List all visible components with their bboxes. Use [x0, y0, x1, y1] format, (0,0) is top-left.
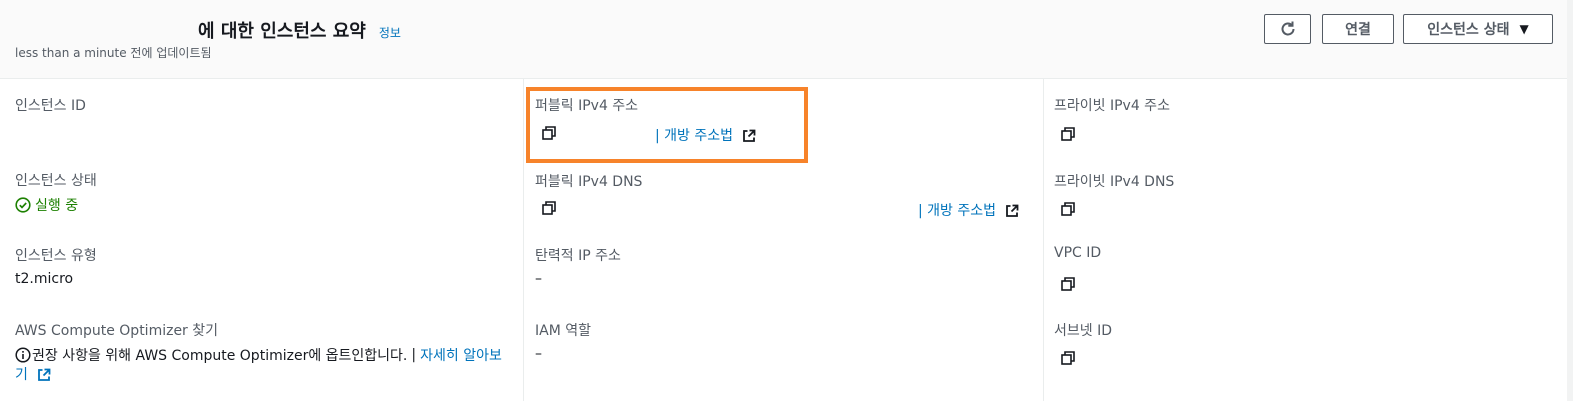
external-link-icon — [1006, 204, 1019, 217]
public-dns-label: 퍼블릭 IPv4 DNS — [535, 174, 643, 190]
instance-state-value: 실행 중 — [15, 195, 78, 215]
summary-header: 에 대한 인스턴스 요약 정보 less than a minute 전에 업데… — [0, 0, 1567, 79]
check-circle-icon — [15, 197, 31, 213]
info-icon — [15, 347, 31, 363]
info-link[interactable]: 정보 — [379, 24, 401, 41]
instance-type-label: 인스턴스 유형 — [15, 248, 97, 264]
copy-icon[interactable] — [1061, 351, 1075, 365]
private-dns-label: 프라이빗 IPv4 DNS — [1054, 174, 1175, 190]
vpc-id-label: VPC ID — [1054, 245, 1102, 261]
connect-button[interactable]: 연결 — [1322, 14, 1394, 44]
scrollbar-gutter — [1567, 0, 1573, 401]
optimizer-label: AWS Compute Optimizer 찾기 — [15, 323, 219, 339]
refresh-button[interactable] — [1264, 14, 1311, 44]
optimizer-separator: | — [411, 347, 417, 363]
instance-state-text: 실행 중 — [35, 198, 79, 214]
learn-more-link[interactable]: 자세히 알아보 — [420, 345, 502, 365]
instance-name-redacted — [15, 17, 198, 37]
last-updated-text: less than a minute 전에 업데이트됨 — [15, 46, 212, 60]
instance-state-label: 인스턴스 상태 — [15, 173, 97, 189]
page-title: 에 대한 인스턴스 요약 — [198, 21, 366, 42]
iam-role-value: – — [535, 346, 542, 362]
instance-state-button-label: 인스턴스 상태 — [1427, 22, 1510, 38]
caret-down-icon: ▼ — [1519, 22, 1529, 36]
column-divider-2 — [1043, 79, 1044, 401]
instance-id-label: 인스턴스 ID — [15, 98, 86, 114]
public-ipv4-highlight-box — [526, 87, 808, 163]
copy-icon[interactable] — [542, 201, 556, 215]
iam-role-label: IAM 역할 — [535, 323, 591, 339]
public-dns-separator: | — [918, 203, 923, 219]
instance-state-dropdown[interactable]: 인스턴스 상태 ▼ — [1403, 14, 1553, 44]
elastic-ip-value: – — [535, 271, 542, 287]
copy-icon[interactable] — [1061, 277, 1075, 291]
title-row: 에 대한 인스턴스 요약 정보 — [15, 17, 401, 43]
learn-more-link-continued[interactable]: 기 — [15, 364, 51, 384]
column-divider-1 — [523, 79, 524, 401]
private-ipv4-label: 프라이빗 IPv4 주소 — [1054, 98, 1170, 114]
subnet-id-label: 서브넷 ID — [1054, 323, 1112, 339]
optimizer-message: 권장 사항을 위해 AWS Compute Optimizer에 옵트인합니다.… — [15, 345, 502, 365]
external-link-icon — [38, 368, 51, 381]
copy-icon[interactable] — [1061, 127, 1075, 141]
learn-more-link-tail[interactable]: 기 — [15, 367, 28, 383]
elastic-ip-label: 탄력적 IP 주소 — [535, 248, 621, 264]
connect-button-label: 연결 — [1345, 22, 1371, 38]
public-dns-open-address[interactable]: | 개방 주소법 — [918, 200, 1019, 220]
refresh-icon — [1281, 21, 1294, 36]
copy-icon[interactable] — [1061, 202, 1075, 216]
instance-type-value: t2.micro — [15, 271, 74, 287]
open-address-link-2[interactable]: 개방 주소법 — [927, 203, 996, 219]
optimizer-text: 권장 사항을 위해 AWS Compute Optimizer에 옵트인합니다. — [32, 348, 408, 364]
